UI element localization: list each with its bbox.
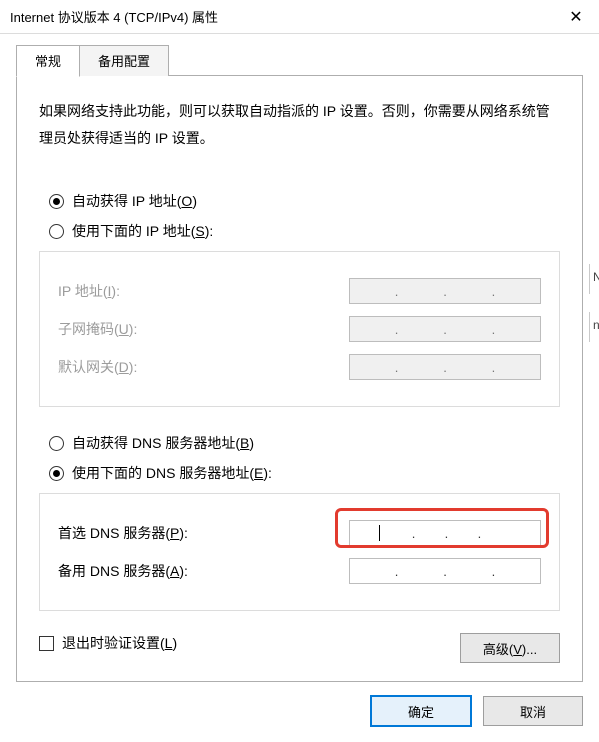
radio-manual-ip-label: 使用下面的 IP 地址(S): — [72, 221, 213, 241]
ok-button-label: 确定 — [408, 702, 434, 721]
intro-text: 如果网络支持此功能，则可以获取自动指派的 IP 设置。否则，你需要从网络系统管理… — [39, 98, 560, 151]
field-row-alternate-dns: 备用 DNS 服务器(A): ... — [58, 558, 541, 584]
ok-button[interactable]: 确定 — [371, 696, 471, 726]
checkbox-validate[interactable] — [39, 636, 54, 651]
advanced-button[interactable]: 高级(V)... — [460, 633, 560, 663]
radio-auto-dns-label: 自动获得 DNS 服务器地址(B) — [72, 433, 254, 453]
radio-manual-dns[interactable] — [49, 466, 64, 481]
input-default-gateway: ... — [349, 354, 541, 380]
titlebar: Internet 协议版本 4 (TCP/IPv4) 属性 ✕ — [0, 0, 599, 34]
check-row-validate[interactable]: 退出时验证设置(L) — [39, 633, 177, 653]
label-subnet-mask: 子网掩码(U): — [58, 319, 137, 339]
ip-fields-group: IP 地址(I): ... 子网掩码(U): ... 默认网关(D): — [39, 251, 560, 407]
window-title: Internet 协议版本 4 (TCP/IPv4) 属性 — [10, 7, 218, 26]
dns-fields-group: 首选 DNS 服务器(P): ... 备用 DNS 服务器(A): ... — [39, 493, 560, 611]
radio-manual-ip[interactable] — [49, 224, 64, 239]
cancel-button[interactable]: 取消 — [483, 696, 583, 726]
tab-general[interactable]: 常规 — [16, 45, 80, 77]
field-row-mask: 子网掩码(U): ... — [58, 316, 541, 342]
label-alternate-dns: 备用 DNS 服务器(A): — [58, 561, 188, 581]
field-row-gateway: 默认网关(D): ... — [58, 354, 541, 380]
field-row-preferred-dns: 首选 DNS 服务器(P): ... — [58, 520, 541, 546]
label-default-gateway: 默认网关(D): — [58, 357, 137, 377]
radio-row-auto-dns[interactable]: 自动获得 DNS 服务器地址(B) — [49, 433, 560, 453]
side-hint-1: N — [589, 264, 599, 294]
radio-auto-ip[interactable] — [49, 194, 64, 209]
highlight-preferred-dns — [335, 508, 549, 548]
dialog-buttons: 确定 取消 — [16, 696, 583, 726]
tab-general-label: 常规 — [35, 54, 61, 69]
checkbox-validate-label: 退出时验证设置(L) — [62, 633, 177, 653]
tab-panel-general: 如果网络支持此功能，则可以获取自动指派的 IP 设置。否则，你需要从网络系统管理… — [16, 76, 583, 682]
input-ip-address: ... — [349, 278, 541, 304]
tab-alternate-label: 备用配置 — [98, 54, 150, 69]
field-row-ip: IP 地址(I): ... — [58, 278, 541, 304]
close-button[interactable]: ✕ — [553, 0, 599, 34]
label-ip-address: IP 地址(I): — [58, 281, 120, 301]
radio-auto-dns[interactable] — [49, 436, 64, 451]
bottom-row: 退出时验证设置(L) 高级(V)... — [39, 633, 560, 663]
radio-manual-dns-label: 使用下面的 DNS 服务器地址(E): — [72, 463, 272, 483]
radio-auto-ip-label: 自动获得 IP 地址(O) — [72, 191, 197, 211]
radio-row-manual-ip[interactable]: 使用下面的 IP 地址(S): — [49, 221, 560, 241]
input-alternate-dns[interactable]: ... — [349, 558, 541, 584]
radio-row-auto-ip[interactable]: 自动获得 IP 地址(O) — [49, 191, 560, 211]
input-subnet-mask: ... — [349, 316, 541, 342]
tab-alternate[interactable]: 备用配置 — [79, 45, 169, 76]
window-body: 常规 备用配置 如果网络支持此功能，则可以获取自动指派的 IP 设置。否则，你需… — [0, 34, 599, 742]
close-icon: ✕ — [569, 7, 582, 27]
tab-strip: 常规 备用配置 — [16, 46, 583, 76]
side-hint-2: n — [589, 312, 599, 342]
label-preferred-dns: 首选 DNS 服务器(P): — [58, 523, 188, 543]
radio-row-manual-dns[interactable]: 使用下面的 DNS 服务器地址(E): — [49, 463, 560, 483]
cancel-button-label: 取消 — [520, 702, 546, 721]
